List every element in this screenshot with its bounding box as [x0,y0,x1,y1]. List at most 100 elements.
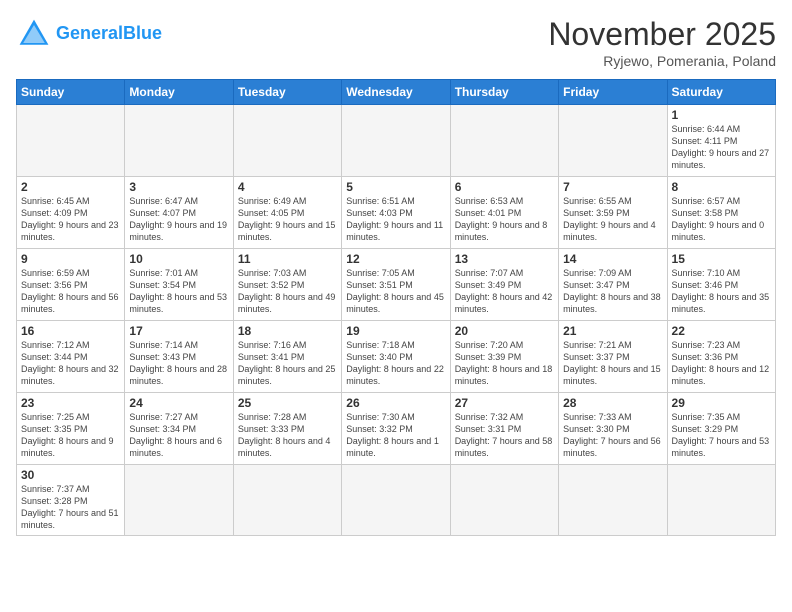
day-number: 6 [455,180,554,194]
table-row: 25Sunrise: 7:28 AM Sunset: 3:33 PM Dayli… [233,393,341,465]
table-row: 22Sunrise: 7:23 AM Sunset: 3:36 PM Dayli… [667,321,775,393]
day-number: 13 [455,252,554,266]
calendar-table: Sunday Monday Tuesday Wednesday Thursday… [16,79,776,536]
day-info: Sunrise: 6:45 AM Sunset: 4:09 PM Dayligh… [21,195,120,244]
location: Ryjewo, Pomerania, Poland [548,53,776,69]
table-row: 8Sunrise: 6:57 AM Sunset: 3:58 PM Daylig… [667,177,775,249]
col-wednesday: Wednesday [342,80,450,105]
table-row [233,465,341,536]
day-number: 1 [672,108,771,122]
table-row: 18Sunrise: 7:16 AM Sunset: 3:41 PM Dayli… [233,321,341,393]
table-row: 20Sunrise: 7:20 AM Sunset: 3:39 PM Dayli… [450,321,558,393]
table-row [342,465,450,536]
day-number: 3 [129,180,228,194]
table-row: 9Sunrise: 6:59 AM Sunset: 3:56 PM Daylig… [17,249,125,321]
table-row: 29Sunrise: 7:35 AM Sunset: 3:29 PM Dayli… [667,393,775,465]
table-row [559,465,667,536]
day-info: Sunrise: 7:09 AM Sunset: 3:47 PM Dayligh… [563,267,662,316]
day-number: 4 [238,180,337,194]
day-number: 30 [21,468,120,482]
day-number: 26 [346,396,445,410]
logo-text: GeneralBlue [56,24,162,44]
day-number: 5 [346,180,445,194]
table-row: 13Sunrise: 7:07 AM Sunset: 3:49 PM Dayli… [450,249,558,321]
day-info: Sunrise: 6:47 AM Sunset: 4:07 PM Dayligh… [129,195,228,244]
day-info: Sunrise: 7:32 AM Sunset: 3:31 PM Dayligh… [455,411,554,460]
col-saturday: Saturday [667,80,775,105]
table-row: 17Sunrise: 7:14 AM Sunset: 3:43 PM Dayli… [125,321,233,393]
table-row: 10Sunrise: 7:01 AM Sunset: 3:54 PM Dayli… [125,249,233,321]
day-number: 18 [238,324,337,338]
day-number: 28 [563,396,662,410]
table-row: 6Sunrise: 6:53 AM Sunset: 4:01 PM Daylig… [450,177,558,249]
table-row: 3Sunrise: 6:47 AM Sunset: 4:07 PM Daylig… [125,177,233,249]
table-row: 2Sunrise: 6:45 AM Sunset: 4:09 PM Daylig… [17,177,125,249]
table-row [233,105,341,177]
table-row: 21Sunrise: 7:21 AM Sunset: 3:37 PM Dayli… [559,321,667,393]
day-info: Sunrise: 7:14 AM Sunset: 3:43 PM Dayligh… [129,339,228,388]
day-number: 23 [21,396,120,410]
day-number: 29 [672,396,771,410]
day-number: 19 [346,324,445,338]
table-row: 12Sunrise: 7:05 AM Sunset: 3:51 PM Dayli… [342,249,450,321]
day-info: Sunrise: 7:28 AM Sunset: 3:33 PM Dayligh… [238,411,337,460]
day-number: 17 [129,324,228,338]
day-info: Sunrise: 7:27 AM Sunset: 3:34 PM Dayligh… [129,411,228,460]
col-tuesday: Tuesday [233,80,341,105]
logo-blue: Blue [123,23,162,43]
col-sunday: Sunday [17,80,125,105]
day-number: 14 [563,252,662,266]
col-monday: Monday [125,80,233,105]
day-info: Sunrise: 6:44 AM Sunset: 4:11 PM Dayligh… [672,123,771,172]
table-row [559,105,667,177]
table-row: 26Sunrise: 7:30 AM Sunset: 3:32 PM Dayli… [342,393,450,465]
table-row [17,105,125,177]
day-info: Sunrise: 7:25 AM Sunset: 3:35 PM Dayligh… [21,411,120,460]
table-row: 27Sunrise: 7:32 AM Sunset: 3:31 PM Dayli… [450,393,558,465]
table-row: 30Sunrise: 7:37 AM Sunset: 3:28 PM Dayli… [17,465,125,536]
table-row [342,105,450,177]
table-row: 14Sunrise: 7:09 AM Sunset: 3:47 PM Dayli… [559,249,667,321]
day-info: Sunrise: 7:16 AM Sunset: 3:41 PM Dayligh… [238,339,337,388]
day-number: 10 [129,252,228,266]
table-row [125,105,233,177]
day-info: Sunrise: 7:12 AM Sunset: 3:44 PM Dayligh… [21,339,120,388]
table-row: 5Sunrise: 6:51 AM Sunset: 4:03 PM Daylig… [342,177,450,249]
day-number: 24 [129,396,228,410]
day-info: Sunrise: 7:35 AM Sunset: 3:29 PM Dayligh… [672,411,771,460]
header: GeneralBlue November 2025 Ryjewo, Pomera… [16,16,776,69]
day-info: Sunrise: 7:33 AM Sunset: 3:30 PM Dayligh… [563,411,662,460]
day-info: Sunrise: 7:05 AM Sunset: 3:51 PM Dayligh… [346,267,445,316]
day-info: Sunrise: 6:59 AM Sunset: 3:56 PM Dayligh… [21,267,120,316]
day-info: Sunrise: 6:57 AM Sunset: 3:58 PM Dayligh… [672,195,771,244]
day-info: Sunrise: 7:01 AM Sunset: 3:54 PM Dayligh… [129,267,228,316]
calendar-header-row: Sunday Monday Tuesday Wednesday Thursday… [17,80,776,105]
day-number: 25 [238,396,337,410]
col-thursday: Thursday [450,80,558,105]
day-info: Sunrise: 6:49 AM Sunset: 4:05 PM Dayligh… [238,195,337,244]
day-info: Sunrise: 6:53 AM Sunset: 4:01 PM Dayligh… [455,195,554,244]
table-row [450,465,558,536]
title-block: November 2025 Ryjewo, Pomerania, Poland [548,16,776,69]
day-number: 16 [21,324,120,338]
day-info: Sunrise: 7:03 AM Sunset: 3:52 PM Dayligh… [238,267,337,316]
logo-general: General [56,23,123,43]
logo-icon [16,16,52,52]
day-info: Sunrise: 7:23 AM Sunset: 3:36 PM Dayligh… [672,339,771,388]
page: GeneralBlue November 2025 Ryjewo, Pomera… [0,0,792,612]
day-number: 8 [672,180,771,194]
table-row: 19Sunrise: 7:18 AM Sunset: 3:40 PM Dayli… [342,321,450,393]
day-info: Sunrise: 6:51 AM Sunset: 4:03 PM Dayligh… [346,195,445,244]
day-info: Sunrise: 7:20 AM Sunset: 3:39 PM Dayligh… [455,339,554,388]
table-row: 15Sunrise: 7:10 AM Sunset: 3:46 PM Dayli… [667,249,775,321]
day-number: 9 [21,252,120,266]
table-row [125,465,233,536]
table-row: 7Sunrise: 6:55 AM Sunset: 3:59 PM Daylig… [559,177,667,249]
day-info: Sunrise: 7:37 AM Sunset: 3:28 PM Dayligh… [21,483,120,532]
table-row: 16Sunrise: 7:12 AM Sunset: 3:44 PM Dayli… [17,321,125,393]
col-friday: Friday [559,80,667,105]
day-info: Sunrise: 7:10 AM Sunset: 3:46 PM Dayligh… [672,267,771,316]
table-row: 28Sunrise: 7:33 AM Sunset: 3:30 PM Dayli… [559,393,667,465]
month-title: November 2025 [548,16,776,53]
day-info: Sunrise: 7:07 AM Sunset: 3:49 PM Dayligh… [455,267,554,316]
